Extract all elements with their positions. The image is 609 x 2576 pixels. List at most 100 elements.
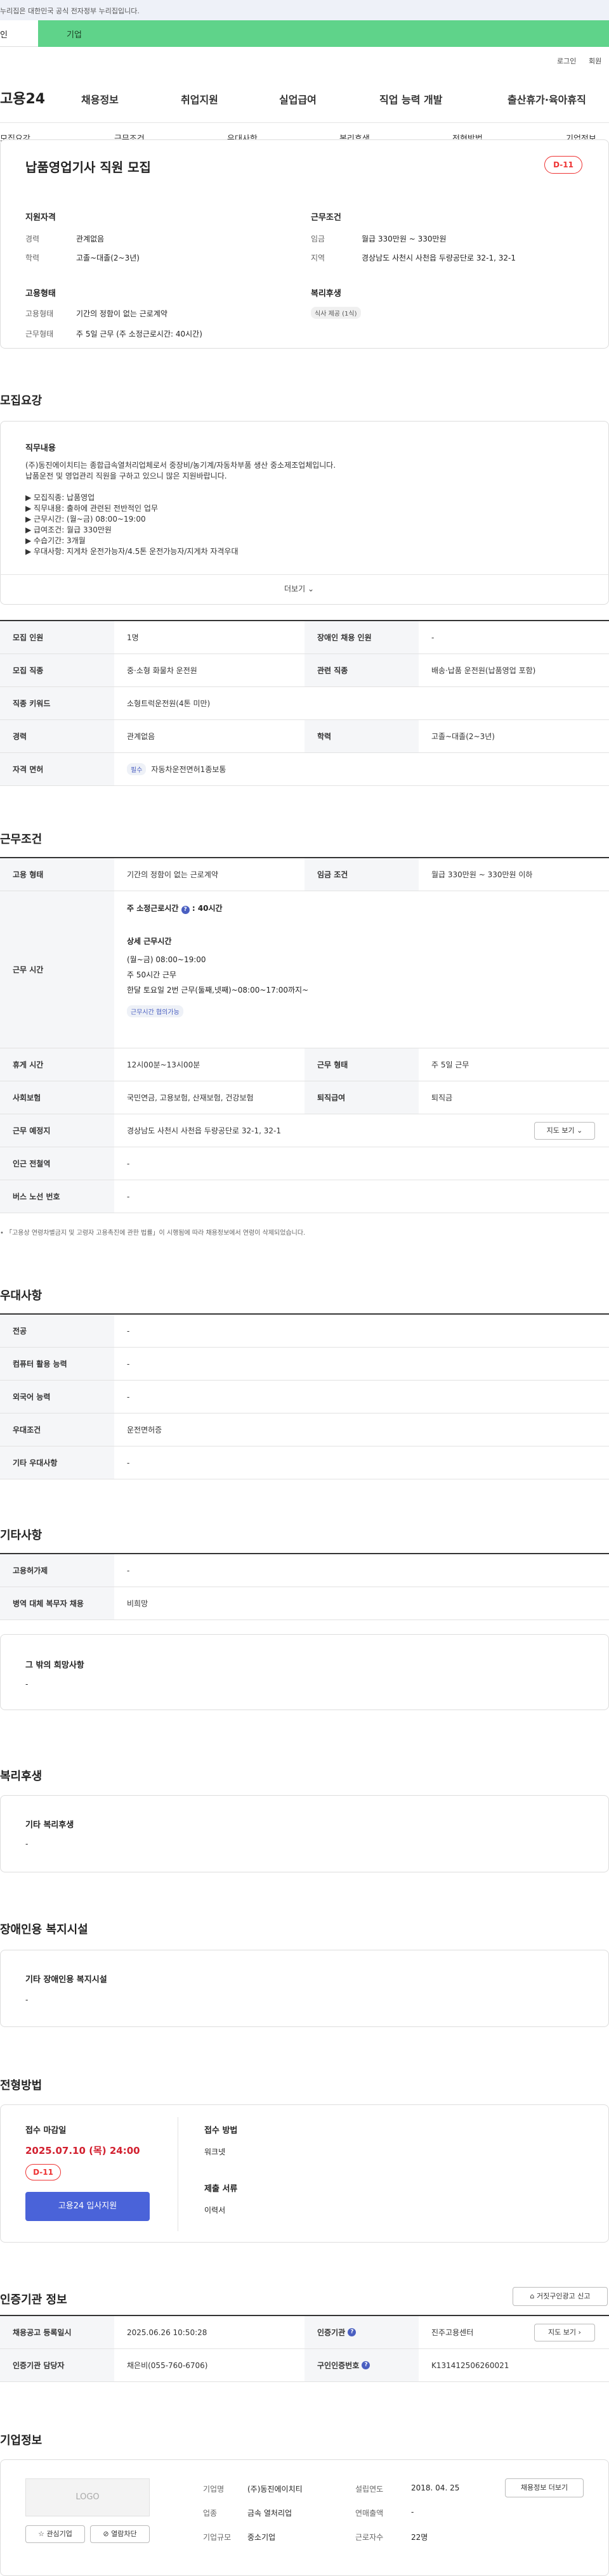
row-value: - bbox=[127, 1392, 130, 1401]
row-value: 퇴직금 bbox=[431, 1093, 453, 1102]
wage-label: 임금 bbox=[311, 235, 325, 243]
revenue-label: 연매출액 bbox=[355, 2509, 384, 2518]
row-header: 사회보험 bbox=[0, 1081, 114, 1114]
gnb-job-info[interactable]: 채용정보 bbox=[81, 91, 119, 106]
map-button[interactable]: 지도 보기 › bbox=[534, 2324, 595, 2341]
row-header: 컴퓨터 활용 능력 bbox=[0, 1348, 114, 1380]
table-row: 근무 예정지 경상남도 사천시 사천읍 두량공단로 32-1, 32-1 지도 보기… bbox=[0, 1114, 609, 1147]
industry-label: 업종 bbox=[203, 2509, 218, 2518]
row-value: 기간의 정함이 없는 근로계약 bbox=[127, 870, 218, 879]
block-icon: ⊘ bbox=[103, 2530, 109, 2538]
wage-value: 월급 330만원 ~ 330만원 bbox=[362, 235, 447, 243]
more-button[interactable]: 더보기 ⌄ bbox=[284, 583, 314, 594]
info-icon[interactable]: ? bbox=[362, 2361, 370, 2369]
other-wishes-title: 그 밖의 희망사항 bbox=[25, 1661, 84, 1670]
row-value: 주 5일 근무 bbox=[431, 1060, 469, 1069]
row-value: - bbox=[127, 1566, 130, 1575]
apply-button[interactable]: 고용24 입사지원 bbox=[25, 2192, 150, 2221]
job-content-text: (주)동진에이치티는 종합급속열처리업체로서 중장비/농기계/자동차부품 생산 … bbox=[25, 460, 584, 557]
emptype-value: 기간의 정함이 없는 근로계약 bbox=[76, 309, 167, 318]
content-line: ▶ 모집직종: 납품영업 bbox=[25, 493, 95, 502]
welfare-section-title: 복리후생 bbox=[0, 1770, 43, 1783]
job-title: 납품영업기사 직원 모집 bbox=[25, 160, 151, 175]
company-logo: LOGO bbox=[25, 2478, 150, 2516]
row-header: 버스 노선 번호 bbox=[0, 1180, 114, 1213]
table-row: 외국어 능력 - bbox=[0, 1381, 609, 1414]
row-header: 인증기관 담당자 bbox=[0, 2349, 114, 2381]
disabled-box-value: - bbox=[25, 1995, 29, 2004]
method-label: 접수 방법 bbox=[204, 2126, 238, 2135]
table-row: 사회보험 국민연금, 고용보험, 산재보험, 건강보험 퇴직급여 퇴직금 bbox=[0, 1081, 609, 1114]
required-badge: 필수 bbox=[127, 763, 147, 775]
site-logo[interactable]: 고용24 bbox=[0, 87, 45, 108]
row-value: 1명 bbox=[127, 633, 139, 642]
table-row: 인증기관 담당자 채은비(055-760-6706) 구인인증번호 ? K131412… bbox=[0, 2349, 609, 2382]
table-row: 자격 면허 필수 자동차운전면허1종보통 bbox=[0, 753, 609, 786]
gnb-skills-development[interactable]: 직업 능력 개발 bbox=[379, 91, 442, 106]
company-card bbox=[0, 2459, 609, 2576]
welfare-title: 복리후생 bbox=[311, 289, 341, 299]
edu-label: 학력 bbox=[25, 254, 40, 262]
detail-line: 한달 토요일 2번 근무(둘째,넷째)~08:00~17:00까지~ bbox=[127, 986, 309, 995]
table-row: 버스 노선 번호 - bbox=[0, 1180, 609, 1213]
row-value: 배송·납품 운전원(납품영업 포함) bbox=[431, 666, 536, 675]
welfare-card bbox=[0, 1795, 609, 1872]
qual-title: 지원자격 bbox=[25, 213, 56, 222]
join-link[interactable]: 회원 bbox=[589, 56, 601, 66]
docs-value: 이력서 bbox=[204, 2206, 226, 2215]
row-value: 월급 330만원 ~ 330만원 이하 bbox=[431, 870, 533, 879]
table-row: 직종 키워드 소형트럭운전원(4톤 미만) bbox=[0, 687, 609, 720]
info-icon[interactable]: ? bbox=[348, 2328, 357, 2336]
login-link[interactable]: 로그인 bbox=[557, 56, 576, 66]
user-type-tabs: 인 기업 bbox=[0, 20, 609, 47]
job-content-title: 직무내용 bbox=[25, 444, 56, 453]
map-button-label: 지도 보기 bbox=[548, 2328, 577, 2336]
employees-value: 22명 bbox=[411, 2533, 428, 2542]
more-jobs-button[interactable]: 채용정보 더보기 bbox=[505, 2478, 584, 2497]
weekly-hours-label: 주 소정근로시간 bbox=[127, 904, 179, 913]
content-line: ▶ 근무시간: (월~금) 08:00~19:00 bbox=[25, 515, 146, 524]
row-value: 고졸~대졸(2~3년) bbox=[431, 732, 495, 741]
row-header: 휴게 시간 bbox=[0, 1048, 114, 1081]
content-line: ▶ 급여조건: 월급 330만원 bbox=[25, 525, 112, 534]
welfare-box-value: - bbox=[25, 1839, 29, 1848]
info-icon[interactable]: ? bbox=[181, 906, 190, 914]
row-header: 모집 직종 bbox=[0, 654, 114, 686]
map-button[interactable]: 지도 보기 ⌄ bbox=[534, 1122, 595, 1140]
gov-notice-text: 누리집은 대한민국 공식 전자정부 누리집입니다. bbox=[0, 7, 140, 15]
row-header: 장애인 채용 인원 bbox=[304, 621, 419, 654]
row-header: 기타 우대사항 bbox=[0, 1446, 114, 1479]
row-value: 채은비(055-760-6706) bbox=[127, 2361, 208, 2370]
gnb-parental-leave[interactable]: 출산휴가·육아휴직 bbox=[508, 91, 586, 106]
report-button[interactable]: ⌂ 거짓구인광고 신고 bbox=[513, 2287, 608, 2306]
content-line: 납품운전 및 영업관리 직원을 구하고 있으니 많은 지원바랍니다. bbox=[25, 472, 227, 480]
deadline-value: 2025.07.10 (목) 24:00 bbox=[25, 2145, 140, 2156]
founded-label: 설립연도 bbox=[355, 2485, 384, 2494]
row-value: 비희망 bbox=[127, 1599, 148, 1608]
gnb-unemployment-benefit[interactable]: 실업급여 bbox=[279, 91, 317, 106]
table-row: 기타 우대사항 - bbox=[0, 1446, 609, 1479]
work-section-title: 근무조건 bbox=[0, 833, 43, 846]
gnb-employment-support[interactable]: 취업지원 bbox=[181, 91, 218, 106]
cert-section-title: 인증기관 정보 bbox=[0, 2293, 67, 2307]
row-value: 경상남도 사천시 사천읍 두량공단로 32-1, 32-1 bbox=[127, 1126, 281, 1135]
row-header: 직종 키워드 bbox=[0, 687, 114, 719]
license-value: 자동차운전면허1종보통 bbox=[151, 765, 226, 774]
company-name-value: (주)동진에이치티 bbox=[247, 2485, 303, 2494]
row-value: - bbox=[127, 1159, 130, 1168]
tab-company[interactable]: 기업 bbox=[38, 20, 609, 47]
row-header: 근무 형태 bbox=[304, 1048, 419, 1081]
block-company-button[interactable]: ⊘ 열람차단 bbox=[90, 2525, 150, 2543]
tab-individual[interactable]: 인 bbox=[0, 20, 38, 47]
weekly-hours-value: 40시간 bbox=[197, 904, 223, 913]
home-icon: ⌂ bbox=[530, 2292, 535, 2300]
fav-company-button[interactable]: ☆ 관심기업 bbox=[25, 2525, 85, 2543]
row-value: - bbox=[127, 1359, 130, 1368]
row-value: 소형트럭운전원(4톤 미만) bbox=[127, 699, 211, 708]
table-row: 전공 - bbox=[0, 1315, 609, 1348]
industry-value: 금속 열처리업 bbox=[247, 2509, 292, 2518]
row-value: K131412506260021 bbox=[431, 2360, 509, 2370]
row-header: 모집 인원 bbox=[0, 621, 114, 654]
map-button-label: 지도 보기 bbox=[546, 1126, 575, 1135]
